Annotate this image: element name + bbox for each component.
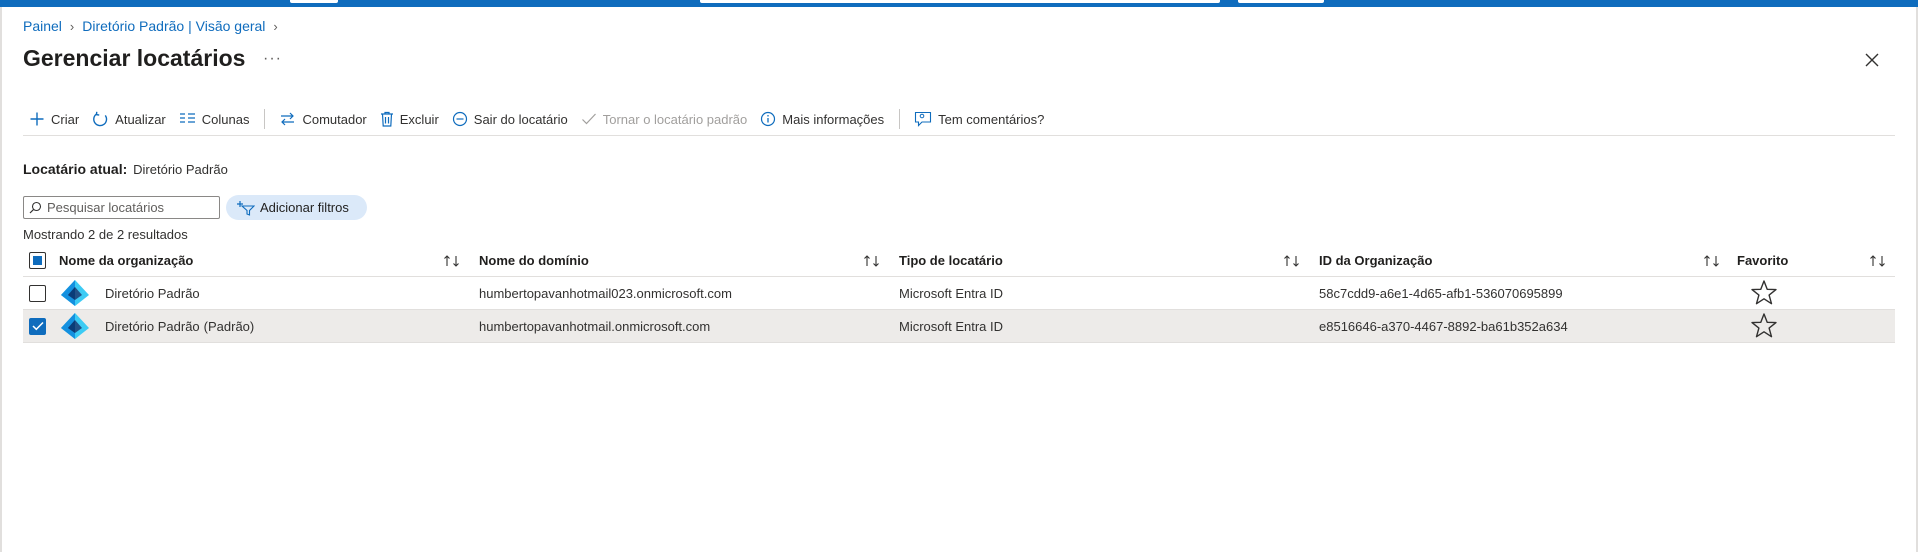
- switch-button[interactable]: Comutador: [273, 106, 373, 132]
- add-filters-label: Adicionar filtros: [260, 200, 349, 215]
- columns-label: Colunas: [201, 111, 250, 127]
- plus-icon: [30, 112, 44, 126]
- tenant-type-cell: Microsoft Entra ID: [899, 285, 1004, 301]
- refresh-label: Atualizar: [115, 111, 166, 127]
- sort-icon[interactable]: [863, 245, 881, 276]
- org-name[interactable]: Diretório Padrão (Padrão): [105, 319, 254, 334]
- create-button[interactable]: Criar: [23, 106, 86, 132]
- refresh-button[interactable]: Atualizar: [86, 106, 173, 132]
- row-checkbox[interactable]: [29, 284, 46, 302]
- delete-button[interactable]: Excluir: [374, 106, 446, 132]
- more-options-icon[interactable]: ···: [263, 50, 282, 68]
- result-count: Mostrando 2 de 2 resultados: [23, 227, 188, 242]
- toolbar-divider: [264, 109, 266, 129]
- create-label: Criar: [51, 111, 80, 127]
- columns-button[interactable]: Colunas: [173, 106, 257, 132]
- column-header-domain[interactable]: Nome do domínio: [479, 245, 589, 276]
- close-icon[interactable]: [1862, 50, 1882, 70]
- make-default-label: Tornar o locatário padrão: [602, 111, 748, 127]
- command-bar-divider: [23, 135, 1895, 136]
- domain-cell: humbertopavanhotmail023.onmicrosoft.com: [479, 285, 732, 301]
- leave-tenant-button[interactable]: Sair do locatário: [446, 106, 575, 132]
- entra-id-icon: [61, 280, 89, 306]
- delete-label: Excluir: [399, 111, 439, 127]
- breadcrumb: Painel › Diretório Padrão | Visão geral …: [23, 18, 278, 34]
- feedback-button[interactable]: Tem comentários?: [908, 106, 1051, 132]
- table-row[interactable]: Diretório Padrão (Padrão) humbertopavanho…: [23, 310, 1895, 343]
- info-icon: [761, 111, 776, 127]
- top-header-bar: [0, 0, 1918, 7]
- column-header-org-id[interactable]: ID da Organização: [1319, 245, 1432, 276]
- header-copilot-button[interactable]: [1238, 0, 1324, 3]
- header-button[interactable]: [290, 0, 338, 3]
- refresh-icon: [93, 111, 108, 126]
- org-name[interactable]: Diretório Padrão: [105, 286, 204, 301]
- breadcrumb-item-overview[interactable]: Diretório Padrão | Visão geral: [82, 18, 265, 34]
- org-name-cell: Diretório Padrão: [59, 277, 204, 309]
- org-id-cell: e8516646-a370-4467-8892-ba61b352a634: [1319, 318, 1568, 334]
- entra-id-icon: [61, 313, 89, 339]
- switch-arrows-icon: [281, 112, 295, 126]
- search-box[interactable]: [23, 196, 220, 219]
- tenants-table: Nome da organização Nome do domínio Tipo…: [23, 245, 1895, 343]
- current-tenant-value: Diretório Padrão: [133, 162, 228, 177]
- domain-cell: humbertopavanhotmail.onmicrosoft.com: [479, 318, 711, 334]
- row-select-cell: [29, 277, 46, 309]
- org-name-cell: Diretório Padrão (Padrão): [59, 310, 254, 342]
- more-info-label: Mais informações: [782, 111, 885, 127]
- default-tag: (Padrão): [203, 318, 255, 334]
- command-bar: Criar Atualizar Colunas Comutador Exclui…: [23, 106, 1051, 132]
- trash-icon: [380, 111, 393, 127]
- switch-label: Comutador: [302, 111, 367, 127]
- select-all-cell: [29, 245, 46, 276]
- breadcrumb-item-painel[interactable]: Painel: [23, 18, 62, 34]
- sort-icon[interactable]: [1703, 245, 1721, 276]
- sort-icon[interactable]: [443, 245, 461, 276]
- current-tenant: Locatário atual: Diretório Padrão: [23, 161, 228, 177]
- table-row[interactable]: Diretório Padrão humbertopavanhotmail023…: [23, 277, 1895, 310]
- checkmark-icon: [581, 113, 596, 125]
- search-input[interactable]: [47, 200, 207, 215]
- global-search-box[interactable]: [700, 0, 1220, 3]
- more-info-button[interactable]: Mais informações: [754, 106, 891, 132]
- search-icon: [29, 201, 42, 214]
- column-header-tenant-type[interactable]: Tipo de locatário: [899, 245, 1003, 276]
- sort-icon[interactable]: [1283, 245, 1301, 276]
- favorite-star-icon[interactable]: [1750, 277, 1778, 309]
- breadcrumb-chevron-icon: ›: [273, 18, 278, 34]
- sort-icon[interactable]: [1869, 245, 1887, 276]
- checkmark-icon: [31, 321, 44, 331]
- blade-left-border: [0, 7, 2, 552]
- row-checkbox[interactable]: [29, 317, 46, 335]
- add-filters-button[interactable]: Adicionar filtros: [226, 195, 367, 220]
- breadcrumb-chevron-icon: ›: [69, 18, 75, 34]
- column-header-org-name[interactable]: Nome da organização: [59, 245, 193, 276]
- row-select-cell: [29, 310, 46, 342]
- minus-circle-icon: [452, 111, 467, 127]
- select-all-checkbox[interactable]: [29, 252, 46, 269]
- make-default-button[interactable]: Tornar o locatário padrão: [575, 106, 755, 132]
- page-title: Gerenciar locatários: [23, 45, 246, 71]
- toolbar-divider: [899, 109, 901, 129]
- leave-tenant-label: Sair do locatário: [473, 111, 568, 127]
- org-id-cell: 58c7cdd9-a6e1-4d65-afb1-536070695899: [1319, 285, 1563, 301]
- tenant-type-cell: Microsoft Entra ID: [899, 318, 1004, 334]
- add-filter-icon: [237, 200, 255, 216]
- feedback-person-icon: [915, 111, 932, 127]
- columns-icon: [179, 113, 195, 123]
- favorite-star-icon[interactable]: [1750, 310, 1778, 342]
- current-tenant-label: Locatário atual:: [23, 161, 128, 177]
- feedback-label: Tem comentários?: [938, 111, 1045, 127]
- table-header: Nome da organização Nome do domínio Tipo…: [23, 245, 1895, 277]
- column-header-favorite[interactable]: Favorito: [1737, 245, 1788, 276]
